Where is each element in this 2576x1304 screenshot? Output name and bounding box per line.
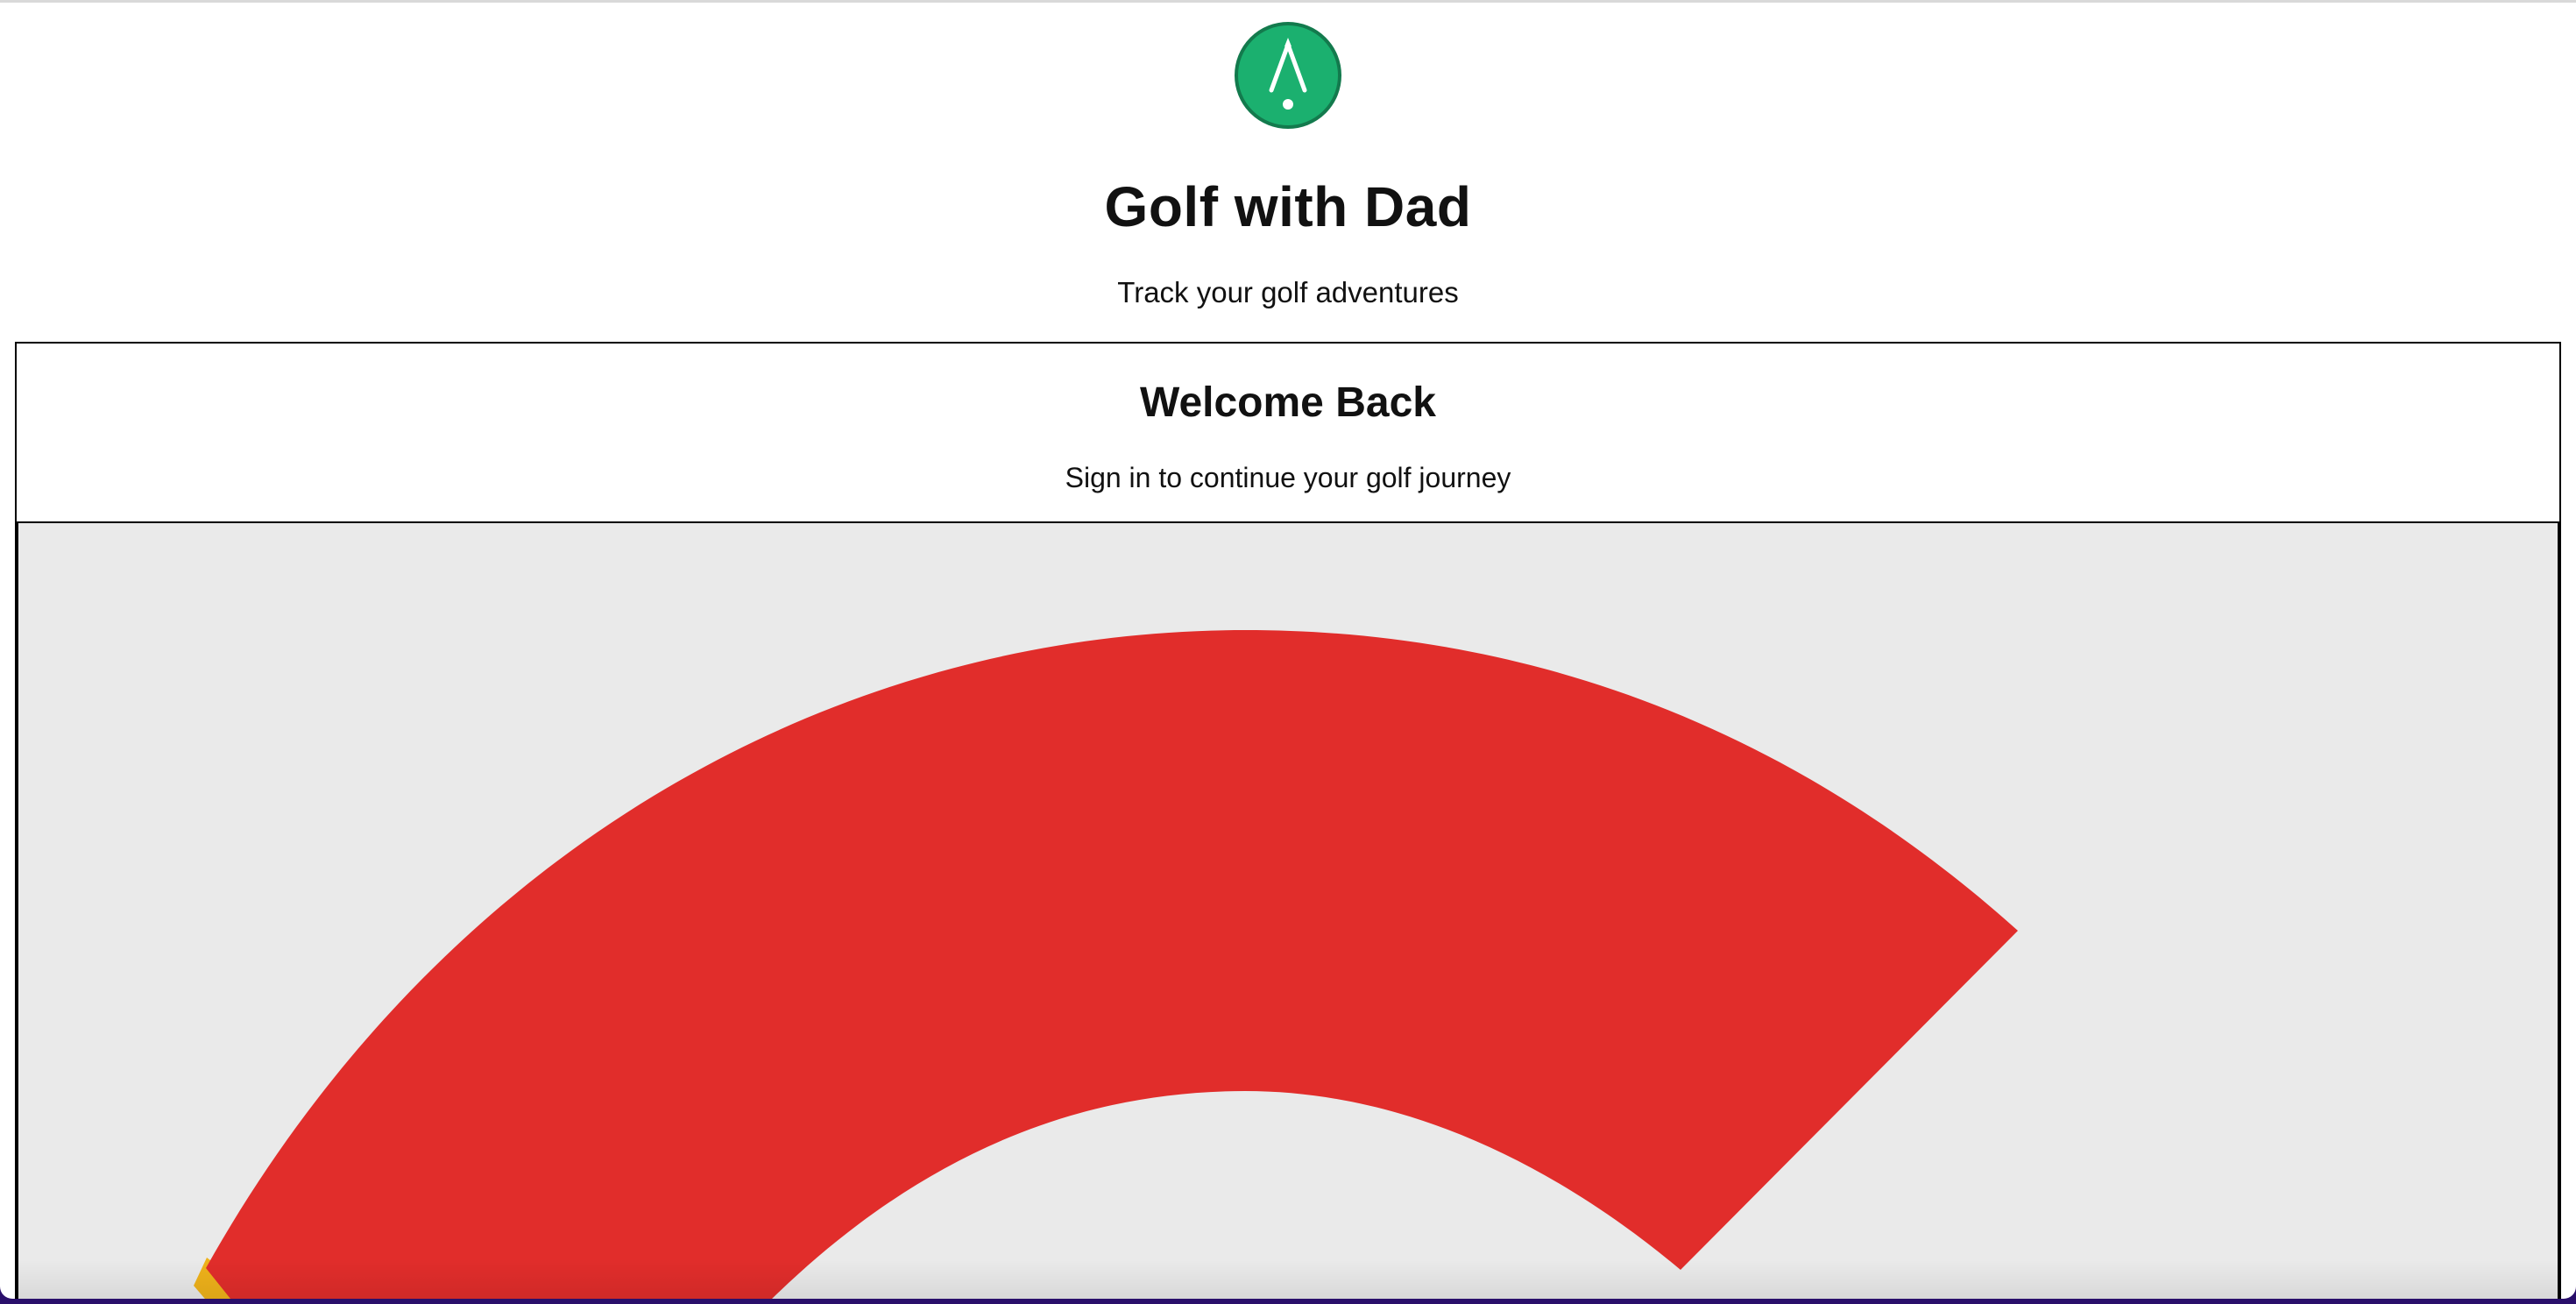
google-logo-icon bbox=[194, 630, 2018, 1299]
golf-logo-icon bbox=[1235, 22, 1341, 129]
login-card: Welcome Back Sign in to continue your go… bbox=[15, 342, 2561, 1299]
app-subtitle: Track your golf adventures bbox=[1117, 276, 1459, 308]
app-title: Golf with Dad bbox=[1104, 175, 1472, 238]
login-card-header: Welcome Back Sign in to continue your go… bbox=[17, 344, 2559, 523]
page-viewport: Golf with Dad Track your golf adventures… bbox=[0, 0, 2576, 1299]
google-sign-in-button[interactable] bbox=[17, 523, 2559, 1299]
login-card-subtitle: Sign in to continue your golf journey bbox=[1065, 462, 1511, 493]
login-card-title: Welcome Back bbox=[1140, 379, 1436, 426]
golf-club-icon bbox=[1269, 38, 1307, 110]
